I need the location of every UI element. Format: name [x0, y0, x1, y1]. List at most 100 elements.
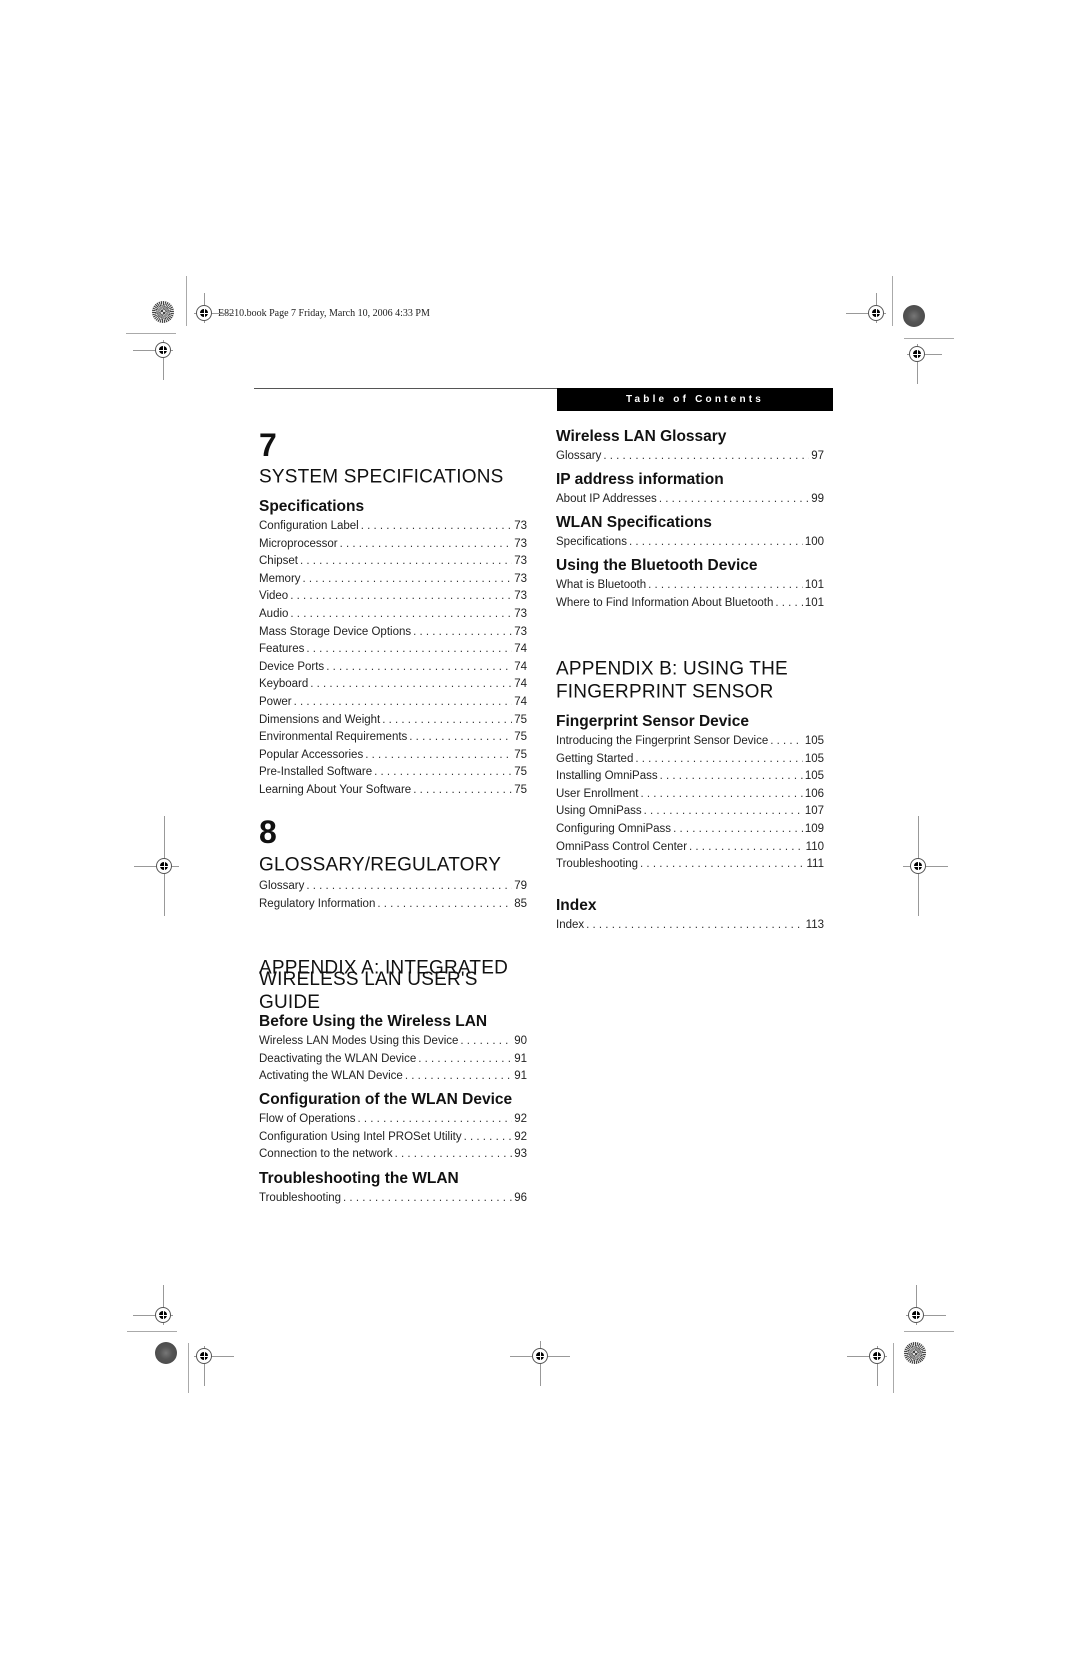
toc-entry[interactable]: Troubleshooting 96: [259, 1190, 527, 1206]
entry-label: Audio: [259, 608, 289, 620]
crop-mark-line: [893, 1343, 894, 1393]
dot-leader: [640, 856, 804, 872]
section-heading: WLAN Specifications: [556, 514, 712, 531]
entry-label: Device Ports: [259, 660, 325, 673]
dot-leader: [673, 821, 803, 837]
section-heading: Specifications: [259, 498, 365, 515]
entry-label: Microprocessor: [259, 537, 338, 550]
entry-page-number: 73: [514, 572, 527, 585]
dot-leader: [409, 729, 512, 745]
entry-label: Installing OmniPass: [556, 770, 658, 783]
entry-page-number: 107: [804, 805, 824, 818]
entry-page-number: 105: [804, 752, 824, 765]
entry-page-number: 100: [804, 536, 824, 548]
entry-label: Configuring OmniPass: [556, 823, 672, 835]
dot-leader: [290, 606, 512, 622]
toc-entry[interactable]: Glossary 79: [259, 878, 527, 894]
toc-entry[interactable]: Specifications 100: [556, 534, 824, 550]
entry-label: Environmental Requirements: [259, 731, 408, 744]
entry-label: Specifications: [556, 536, 627, 548]
toc-entry[interactable]: Video 73: [259, 588, 527, 604]
dot-leader: [413, 782, 512, 798]
toc-entry[interactable]: Dimensions and Weight 75: [259, 712, 527, 728]
entry-label: Troubleshooting: [556, 858, 639, 871]
dot-leader: [326, 659, 512, 675]
toc-entry[interactable]: Wireless LAN Modes Using this Device 90: [259, 1033, 527, 1049]
toc-entry[interactable]: Features 74: [259, 641, 527, 657]
dot-leader: [418, 1051, 512, 1067]
gray-target-icon: [155, 1342, 177, 1364]
crop-mark-line: [904, 1331, 954, 1332]
toc-entry[interactable]: Index 113: [556, 917, 824, 933]
dot-leader: [644, 803, 803, 819]
toc-entry[interactable]: OmniPass Control Center 110: [556, 839, 824, 855]
toc-entry[interactable]: Connection to the network 93: [259, 1146, 527, 1162]
toc-entry[interactable]: Configuration Label 73: [259, 518, 527, 534]
entry-label: Regulatory Information: [259, 897, 376, 910]
toc-entry[interactable]: Microprocessor 73: [259, 536, 527, 552]
starburst-target-icon: [152, 301, 174, 323]
entry-page-number: 92: [514, 1113, 527, 1125]
entry-page-number: 74: [514, 643, 527, 656]
entry-label: OmniPass Control Center: [556, 840, 688, 853]
entry-page-number: 73: [514, 590, 527, 603]
toc-entry[interactable]: Installing OmniPass 105: [556, 768, 824, 784]
toc-entry[interactable]: Introducing the Fingerprint Sensor Devic…: [556, 733, 824, 749]
toc-entry[interactable]: Pre-Installed Software 75: [259, 764, 527, 780]
entry-page-number: 99: [811, 493, 824, 505]
toc-entry[interactable]: User Enrollment 106: [556, 786, 824, 802]
toc-entry[interactable]: Mass Storage Device Options 73: [259, 624, 527, 640]
toc-entry[interactable]: Environmental Requirements 75: [259, 729, 527, 745]
toc-entry[interactable]: Configuration Using Intel PROSet Utility…: [259, 1129, 527, 1145]
entry-page-number: 73: [514, 625, 527, 638]
entry-label: What is Bluetooth: [556, 579, 647, 591]
right-column: Wireless LAN Glossary Glossary 97 IP addres…: [556, 0, 824, 1669]
toc-entry[interactable]: Configuring OmniPass 109: [556, 821, 824, 837]
dot-leader: [659, 491, 809, 507]
crop-mark-line: [904, 338, 954, 339]
toc-entry[interactable]: Keyboard 74: [259, 676, 527, 692]
toc-entry[interactable]: Activating the WLAN Device 91: [259, 1068, 527, 1084]
toc-entry[interactable]: Getting Started 105: [556, 751, 824, 767]
entry-label: Popular Accessories: [259, 748, 364, 761]
toc-entry[interactable]: Device Ports 74: [259, 659, 527, 675]
entry-label: Using OmniPass: [556, 805, 642, 818]
entry-page-number: 79: [514, 880, 527, 892]
entry-page-number: 91: [514, 1052, 527, 1065]
dot-leader: [374, 764, 512, 780]
toc-entry[interactable]: Power 74: [259, 694, 527, 710]
entry-page-number: 74: [514, 678, 527, 691]
dot-leader: [310, 676, 512, 692]
dot-leader: [340, 536, 513, 552]
section-heading: Troubleshooting the WLAN: [259, 1170, 459, 1187]
entry-label: Index: [556, 919, 585, 931]
entry-page-number: 113: [805, 919, 824, 931]
toc-entry[interactable]: Glossary 97: [556, 448, 824, 464]
entry-label: About IP Addresses: [556, 493, 657, 505]
entry-label: Introducing the Fingerprint Sensor Devic…: [556, 735, 769, 747]
toc-entry[interactable]: Chipset 73: [259, 553, 527, 569]
toc-entry[interactable]: Regulatory Information 85: [259, 896, 527, 912]
dot-leader: [382, 712, 512, 728]
entry-label: Connection to the network: [259, 1148, 393, 1161]
dot-leader: [358, 1111, 513, 1127]
toc-entry[interactable]: Troubleshooting 111: [556, 856, 824, 872]
toc-entry[interactable]: Popular Accessories 75: [259, 747, 527, 763]
section-heading: Wireless LAN Glossary: [556, 428, 727, 445]
toc-entry[interactable]: Flow of Operations 92: [259, 1111, 527, 1127]
toc-entry[interactable]: Memory 73: [259, 571, 527, 587]
entry-label: Dimensions and Weight: [259, 713, 381, 726]
dot-leader: [294, 694, 513, 710]
entry-label: Memory: [259, 572, 301, 585]
appendix-b-title-line1: APPENDIX B: USING THE: [556, 658, 788, 680]
toc-entry[interactable]: What is Bluetooth 101: [556, 577, 824, 593]
toc-entry[interactable]: Learning About Your Software 75: [259, 782, 527, 798]
toc-entry[interactable]: Deactivating the WLAN Device 91: [259, 1051, 527, 1067]
toc-entry[interactable]: About IP Addresses 99: [556, 491, 824, 507]
toc-entry[interactable]: Audio 73: [259, 606, 527, 622]
entry-page-number: 85: [514, 897, 527, 910]
entry-page-number: 105: [804, 735, 824, 747]
toc-entry[interactable]: Using OmniPass 107: [556, 803, 824, 819]
toc-entry[interactable]: Where to Find Information About Bluetoot…: [556, 595, 824, 611]
entry-label: Deactivating the WLAN Device: [259, 1052, 417, 1065]
